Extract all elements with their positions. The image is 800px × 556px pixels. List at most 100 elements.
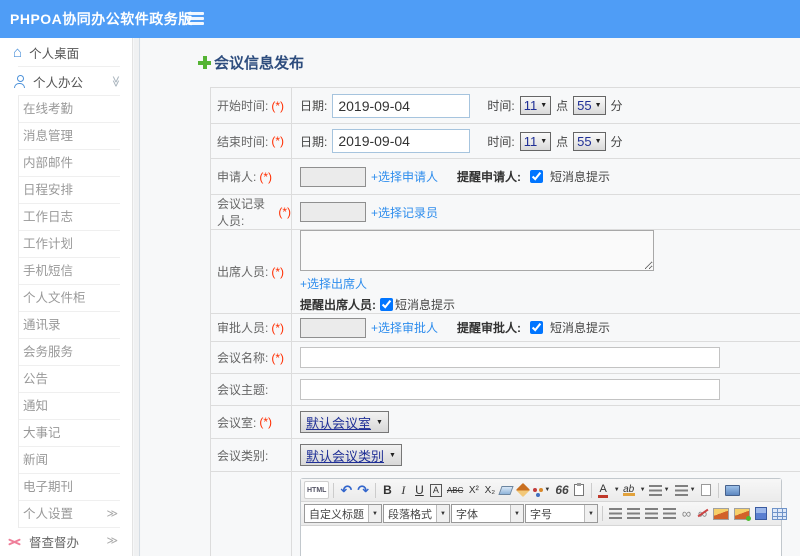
choose-applicant-link[interactable]: +选择申请人 (371, 168, 438, 185)
sidebar-item-desktop[interactable]: ⌂ 个人桌面 (0, 38, 132, 67)
start-minute-select[interactable]: 55 ▼ (573, 96, 606, 115)
sidebar-item-office[interactable]: 个人办公 ≫ (0, 67, 132, 96)
applicant-input[interactable] (300, 166, 366, 187)
align-right-button[interactable] (643, 505, 660, 523)
start-hour-select[interactable]: 11 ▼ (519, 96, 552, 115)
html-source-button[interactable]: HTML (304, 481, 330, 499)
end-date-input[interactable] (332, 129, 471, 153)
superscript-button[interactable]: X² (466, 481, 481, 499)
sidebar-item-announcement[interactable]: 公告 (19, 366, 132, 393)
approver-input[interactable] (300, 317, 366, 338)
insert-image-button[interactable] (711, 505, 731, 523)
insert-table-button[interactable] (770, 505, 789, 523)
align-left-button[interactable] (607, 505, 624, 523)
format-painter-button[interactable]: ▼ (531, 481, 552, 499)
remove-link-button[interactable]: ∞ (695, 505, 710, 523)
choose-recorder-link[interactable]: +选择记录员 (371, 204, 438, 221)
choose-approver-link[interactable]: +选择审批人 (371, 319, 438, 336)
underline-button[interactable]: U (412, 481, 427, 499)
sidebar-item-notice[interactable]: 通知 (19, 393, 132, 420)
format-painter-icon (533, 488, 538, 492)
bold-button[interactable]: B (380, 481, 395, 499)
sidebar-item-work-log[interactable]: 工作日志 (19, 204, 132, 231)
attendees-sms-checkbox[interactable] (380, 298, 393, 311)
meeting-name-input[interactable] (300, 347, 720, 368)
sidebar-item-memorabilia[interactable]: 大事记 (19, 420, 132, 447)
recorder-input[interactable] (300, 202, 366, 222)
chevron-down-icon: ▼ (663, 487, 670, 493)
justify-icon (663, 508, 676, 519)
sidebar-item-file-cabinet[interactable]: 个人文件柜 (19, 285, 132, 312)
ordered-list-button[interactable]: ▼ (647, 481, 672, 499)
blockquote-button[interactable]: 66 (553, 481, 570, 499)
shuffle-icon (8, 536, 21, 547)
justify-button[interactable] (661, 505, 678, 523)
sidebar-item-e-journal[interactable]: 电子期刊 (19, 474, 132, 501)
font-family-select[interactable]: 字体 ▼ (451, 504, 524, 523)
meeting-subject-input[interactable] (300, 379, 720, 400)
redo-button[interactable]: ↷ (355, 481, 371, 499)
applicant-sms-checkbox[interactable] (530, 170, 544, 183)
field-label: 结束时间: (217, 134, 269, 149)
link-icon: ∞ (681, 506, 692, 521)
start-date-input[interactable] (332, 93, 471, 118)
insert-link-button[interactable]: ∞ (679, 505, 694, 523)
field-label: 会议室: (217, 415, 257, 430)
insert-media-button[interactable] (753, 505, 769, 523)
heading-select[interactable]: 自定义标题 ▼ (304, 504, 382, 523)
meeting-category-select[interactable]: 默认会议类别 ▼ (300, 444, 402, 466)
editor-content-area[interactable] (301, 526, 781, 556)
upload-image-button[interactable] (732, 505, 752, 523)
sidebar-item-contacts[interactable]: 通讯录 (19, 312, 132, 339)
attendees-textarea[interactable] (300, 230, 654, 271)
sidebar-item-internal-mail[interactable]: 内部邮件 (19, 150, 132, 177)
minute-unit-label: 分 (610, 99, 623, 113)
eraser-button[interactable] (498, 481, 515, 499)
required-marker: (*) (259, 415, 273, 429)
chevron-down-icon: ▼ (594, 102, 602, 109)
sidebar-item-sms[interactable]: 手机短信 (19, 258, 132, 285)
clear-format-button[interactable] (515, 481, 530, 499)
new-page-button[interactable] (699, 481, 714, 499)
sidebar-item-conference-service[interactable]: 会务服务 (19, 339, 132, 366)
end-minute-select[interactable]: 55 ▼ (573, 131, 606, 151)
sidebar-item-work-plan[interactable]: 工作计划 (19, 231, 132, 258)
sidebar-item-supervision[interactable]: 督查督办 ≫ (0, 528, 132, 555)
choose-attendees-link[interactable]: +选择出席人 (300, 275, 367, 292)
table-icon (772, 507, 787, 520)
meeting-form: 开始时间:(*) 日期: 时间: 11 ▼ 点 55 ▼ 分 结束时间: (*) (210, 87, 800, 556)
fullscreen-button[interactable] (723, 481, 742, 499)
menu-icon[interactable] (188, 12, 204, 26)
undo-button[interactable]: ↶ (338, 481, 354, 499)
sidebar-item-attendance[interactable]: 在线考勤 (19, 96, 132, 123)
required-marker: (*) (271, 264, 285, 279)
meeting-room-select[interactable]: 默认会议室 ▼ (300, 411, 389, 433)
highlight-swatch (622, 493, 635, 496)
end-hour-select[interactable]: 11 ▼ (519, 131, 552, 151)
sidebar-item-personal-settings[interactable]: 个人设置 ≫ (19, 501, 132, 528)
undo-icon: ↶ (340, 481, 353, 498)
italic-button[interactable]: I (396, 481, 411, 499)
approver-sms-checkbox[interactable] (530, 321, 544, 334)
meeting-name-row: 会议名称: (*) (211, 342, 800, 374)
font-size-select[interactable]: 字号 ▼ (525, 504, 598, 523)
inline-style-button[interactable]: A (428, 481, 444, 499)
sidebar-item-messages[interactable]: 消息管理 (19, 123, 132, 150)
start-time-row: 开始时间:(*) 日期: 时间: 11 ▼ 点 55 ▼ 分 (211, 88, 800, 124)
blank-page-icon (701, 484, 712, 496)
highlight-color-button[interactable]: ab (621, 481, 637, 499)
paste-button[interactable] (572, 481, 587, 499)
editor-toolbar-row2: 自定义标题 ▼ 段落格式 ▼ 字体 ▼ 字号 ▼ ∞ ∞ (301, 502, 787, 526)
paragraph-format-select[interactable]: 段落格式 ▼ (383, 504, 450, 523)
remind-approver-label: 提醒审批人: (457, 321, 522, 335)
align-center-button[interactable] (625, 505, 642, 523)
sidebar-item-schedule[interactable]: 日程安排 (19, 177, 132, 204)
chevron-down-icon: ▼ (689, 487, 696, 493)
font-color-button[interactable]: A (596, 481, 611, 499)
unordered-list-button[interactable]: ▼ (673, 481, 698, 499)
subscript-button[interactable]: X₂ (482, 481, 497, 499)
user-icon (13, 75, 26, 88)
sidebar-item-news[interactable]: 新闻 (19, 447, 132, 474)
strikethrough-button[interactable]: ABC (445, 481, 465, 499)
minute-unit-label: 分 (610, 134, 623, 149)
